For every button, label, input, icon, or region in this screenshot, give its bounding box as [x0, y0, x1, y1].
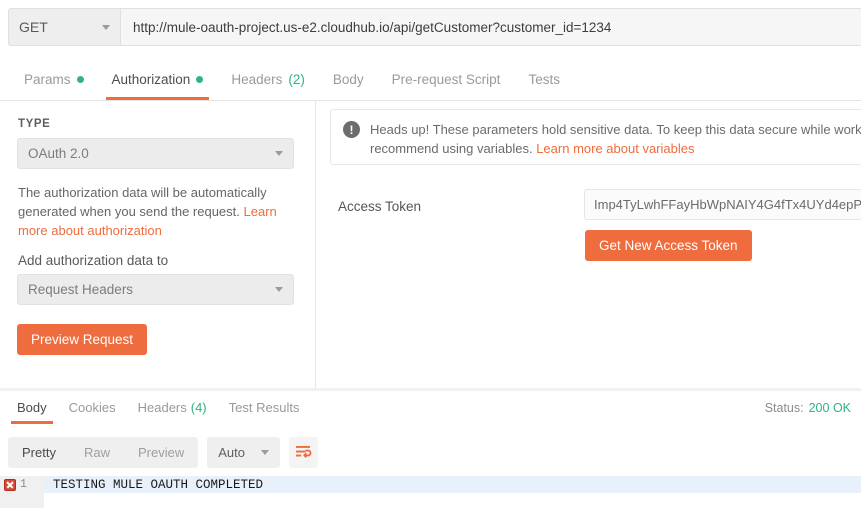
notice-text: Heads up! These parameters hold sensitiv…	[370, 120, 861, 156]
status-value: 200 OK	[808, 400, 851, 415]
response-tab-cookies-label: Cookies	[68, 400, 116, 415]
response-tab-test-results-label: Test Results	[228, 400, 300, 415]
tab-params[interactable]: Params	[10, 59, 98, 100]
tab-pre-request-script-label: Pre-request Script	[391, 72, 501, 87]
tab-body[interactable]: Body	[319, 59, 378, 100]
tab-headers[interactable]: Headers (2)	[217, 59, 319, 100]
authorization-settings-column: TYPE OAuth 2.0 The authorization data wi…	[0, 101, 315, 388]
format-pretty-button[interactable]: Pretty	[8, 437, 70, 468]
chevron-down-icon	[275, 287, 283, 292]
info-exclamation-icon	[343, 121, 360, 138]
response-tab-headers-count: (4)	[190, 400, 207, 415]
tab-authorization[interactable]: Authorization	[98, 59, 218, 100]
get-new-access-token-button[interactable]: Get New Access Token	[585, 230, 752, 261]
chevron-down-icon	[102, 24, 110, 30]
response-status: Status: 200 OK	[765, 391, 851, 424]
response-tab-headers-label: Headers	[137, 400, 187, 415]
response-body-text: TESTING MULE OAUTH COMPLETED	[53, 477, 264, 492]
tab-tests[interactable]: Tests	[514, 59, 574, 100]
add-auth-data-value: Request Headers	[28, 282, 134, 297]
auth-type-select[interactable]: OAuth 2.0	[17, 138, 294, 169]
request-url-bar: GET http://mule-oauth-project.us-e2.clou…	[0, 0, 861, 55]
tab-pre-request-script[interactable]: Pre-request Script	[378, 59, 515, 100]
response-language-select[interactable]: Auto	[207, 436, 280, 468]
format-raw-button[interactable]: Raw	[70, 437, 124, 468]
response-body-line: 1 TESTING MULE OAUTH COMPLETED	[0, 476, 861, 493]
access-token-input[interactable]: Imp4TyLwhFFayHbWpNAIY4G4fTx4UYd4epPS59	[584, 189, 861, 220]
sensitive-data-notice: Heads up! These parameters hold sensitiv…	[330, 109, 861, 165]
response-tab-bar: Body Cookies Headers (4) Test Results St…	[0, 391, 861, 424]
status-label: Status:	[764, 400, 804, 415]
tab-params-label: Params	[24, 72, 71, 87]
error-marker-icon	[4, 478, 16, 491]
request-tab-bar: Params Authorization Headers (2) Body Pr…	[0, 59, 861, 101]
http-method-select[interactable]: GET	[8, 8, 120, 46]
response-tab-cookies[interactable]: Cookies	[58, 392, 127, 424]
tab-body-label: Body	[332, 72, 364, 87]
auth-type-label: TYPE	[18, 118, 51, 130]
notice-line-2-text: recommend using variables.	[370, 141, 537, 156]
notice-line-1: Heads up! These parameters hold sensitiv…	[370, 122, 861, 137]
modified-dot-icon	[196, 76, 204, 83]
response-format-toggle: Pretty Raw Preview	[8, 436, 199, 468]
response-language-value: Auto	[218, 444, 245, 460]
word-wrap-icon	[295, 446, 312, 459]
line-number: 1	[20, 478, 27, 491]
http-method-value: GET	[19, 19, 48, 35]
editor-gutter-filler	[0, 493, 44, 508]
editor-gutter: 1	[0, 476, 44, 493]
tab-tests-label: Tests	[528, 72, 560, 87]
tab-authorization-label: Authorization	[111, 72, 191, 87]
auth-description: The authorization data will be automatic…	[18, 183, 286, 240]
auth-description-text: The authorization data will be automatic…	[18, 185, 267, 219]
response-body-viewer[interactable]: 1 TESTING MULE OAUTH COMPLETED	[0, 473, 861, 508]
format-preview-button[interactable]: Preview	[124, 437, 198, 468]
notice-variables-link[interactable]: Learn more about variables	[536, 141, 694, 156]
access-token-label: Access Token	[338, 199, 422, 214]
preview-request-button[interactable]: Preview Request	[17, 324, 148, 355]
response-tab-headers[interactable]: Headers (4)	[127, 392, 218, 424]
add-auth-data-label: Add authorization data to	[18, 253, 169, 268]
notice-line-2: recommend using variables. Learn more ab…	[370, 139, 861, 158]
auth-type-value: OAuth 2.0	[28, 146, 89, 161]
chevron-down-icon	[275, 151, 283, 156]
tab-headers-label: Headers	[231, 72, 283, 87]
modified-dot-icon	[76, 76, 84, 83]
chevron-down-icon	[260, 449, 269, 455]
response-tab-body-label: Body	[17, 400, 47, 415]
response-tab-body[interactable]: Body	[6, 392, 58, 424]
response-tab-test-results[interactable]: Test Results	[218, 392, 311, 424]
request-url-input[interactable]: http://mule-oauth-project.us-e2.cloudhub…	[120, 8, 861, 46]
word-wrap-toggle-button[interactable]	[288, 436, 318, 468]
add-auth-data-select[interactable]: Request Headers	[17, 274, 294, 305]
tab-headers-count: (2)	[288, 72, 305, 87]
authorization-details-column: Heads up! These parameters hold sensitiv…	[316, 101, 861, 388]
authorization-panel: TYPE OAuth 2.0 The authorization data wi…	[0, 101, 861, 388]
response-toolbar: Pretty Raw Preview Auto	[0, 431, 861, 473]
